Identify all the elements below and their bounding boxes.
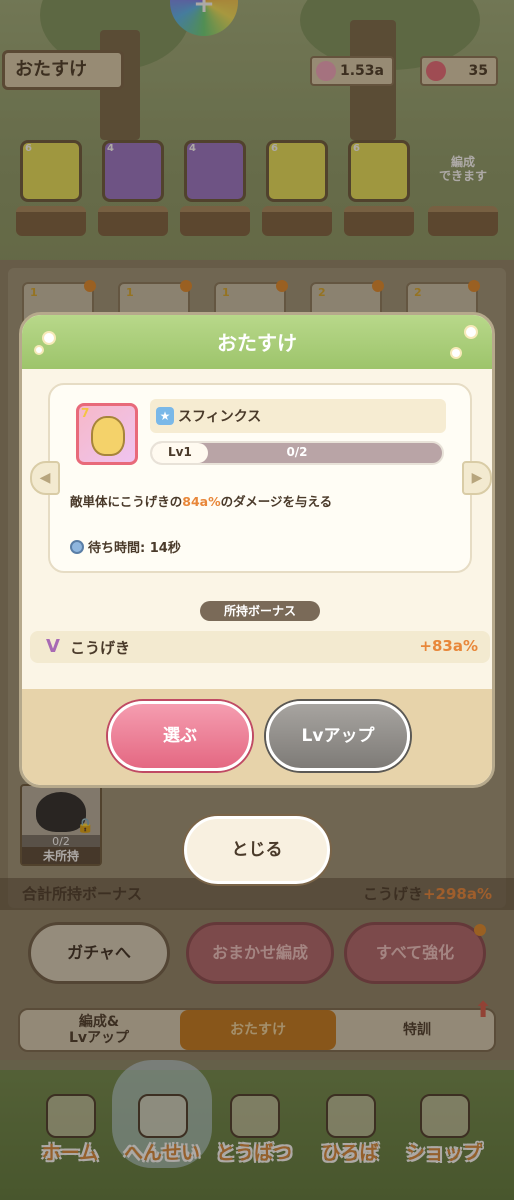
desc-prefix: 敵単体にこうげきの [70,494,183,509]
attack-label: こうげき [70,639,131,657]
character-name: スフィンクス [178,409,262,425]
dialog-header: おたすけ [22,315,492,369]
levelup-button[interactable]: Lvアップ [266,701,410,771]
dialog-floor [22,689,492,785]
level-label: Lv1 [168,445,192,459]
select-button[interactable]: 選ぶ [108,701,252,771]
flower-icon [466,327,476,337]
prev-character-button[interactable]: ◀ [30,461,60,495]
portrait-stars: 7 [81,406,90,420]
flower-icon [452,349,460,357]
dialog-title: おたすけ [217,331,297,355]
owned-bonus-label: 所持ボーナス [200,601,320,621]
wait-time-text: 待ち時間: 14秒 [88,541,181,556]
character-portrait: 7 [76,403,138,465]
desc-suffix: のダメージを与える [220,494,333,509]
attack-bonus-row: V こうげき +83a% [30,631,490,663]
character-name-bar: ★ スフィンクス [150,399,446,433]
next-character-button[interactable]: ▶ [462,461,492,495]
wait-time: 待ち時間: 14秒 [70,537,181,556]
sphinx-face-icon [91,416,125,456]
skill-description: 敵単体にこうげきの84a%のダメージを与える [70,491,332,510]
close-button[interactable]: とじる [184,816,330,884]
helper-detail-dialog: おたすけ 7 ★ スフィンクス 0/2 Lv1 敵単体にこうげきの84a%のダメ… [19,312,495,788]
flower-icon [36,347,42,353]
chevron-right-icon: ▶ [471,470,483,486]
level-progress-count: 0/2 [286,445,308,459]
level-progress-bar: 0/2 Lv1 [150,441,444,465]
attack-icon: V [46,636,60,657]
attack-value: +83a% [419,637,478,655]
chevron-left-icon: ◀ [39,470,51,486]
clock-icon [70,540,84,554]
desc-highlight: 84a% [182,494,221,509]
character-info-card: 7 ★ スフィンクス 0/2 Lv1 敵単体にこうげきの84a%のダメージを与え… [48,383,472,573]
flower-icon [44,333,54,343]
star-badge-icon: ★ [156,407,174,425]
